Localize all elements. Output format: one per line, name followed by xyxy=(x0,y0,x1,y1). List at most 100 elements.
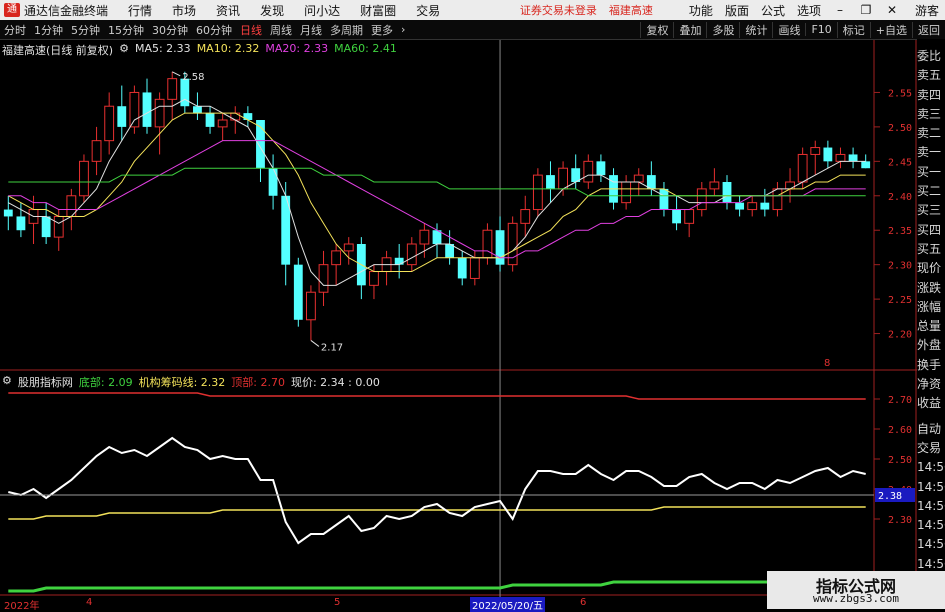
settings-icon[interactable]: ⚙ xyxy=(119,42,129,58)
tool-restore-rights[interactable]: 复权 xyxy=(640,21,673,38)
rp-label[interactable]: 卖三 xyxy=(917,105,945,124)
tool-draw-line[interactable]: 画线 xyxy=(772,21,805,38)
menu-wealth[interactable]: 财富圈 xyxy=(360,2,396,19)
candle-body xyxy=(848,154,858,162)
period-multi[interactable]: 多周期 xyxy=(330,22,363,38)
rp-label[interactable]: 换手 xyxy=(917,356,945,375)
candle-body xyxy=(79,160,89,197)
period-weekly[interactable]: 周线 xyxy=(270,22,292,38)
indicator-line xyxy=(8,392,866,400)
ma-line-ma60 xyxy=(8,167,866,197)
menu-discover[interactable]: 发现 xyxy=(260,2,284,19)
candle-body xyxy=(230,112,241,121)
close-icon[interactable]: ✕ xyxy=(885,3,899,17)
tool-mark[interactable]: 标记 xyxy=(836,21,870,38)
period-5min[interactable]: 5分钟 xyxy=(71,22,100,38)
period-30min[interactable]: 30分钟 xyxy=(152,22,188,38)
ind-y-tick-label: 2.70 xyxy=(888,395,912,406)
candle-body xyxy=(596,161,606,176)
y-tick-label: 2.20 xyxy=(888,330,912,341)
candle-body xyxy=(469,257,480,279)
candle-body xyxy=(760,202,770,210)
candle-body xyxy=(532,174,543,211)
y-tick-label: 2.25 xyxy=(888,295,912,306)
rp-label[interactable]: 委比 xyxy=(917,47,945,66)
user-label[interactable]: 游客 xyxy=(915,2,939,19)
quote-side-panel: 委比 卖五 卖四 卖三 卖二 卖一 买一 买二 买三 买四 买五 现价 涨跌 涨… xyxy=(917,39,945,609)
rp-label[interactable]: 交易 xyxy=(917,439,945,458)
rp-label[interactable]: 卖一 xyxy=(917,143,945,162)
tool-back[interactable]: 返回 xyxy=(912,21,945,38)
indicator-bottom-label: 底部: 2.09 xyxy=(78,376,133,389)
tool-statistics[interactable]: 统计 xyxy=(739,21,772,38)
y-tick-label: 2.35 xyxy=(888,226,912,237)
candle-body xyxy=(343,243,354,252)
ma10-label: MA10: 2.32 xyxy=(196,42,260,55)
rp-label[interactable]: 现价 xyxy=(917,259,945,278)
candle-body xyxy=(180,78,190,107)
settings-icon[interactable]: ⚙ xyxy=(2,374,12,390)
period-monthly[interactable]: 月线 xyxy=(300,22,322,38)
rp-label[interactable]: 买三 xyxy=(917,201,945,220)
candle-body xyxy=(520,209,531,224)
cursor-date-label: 2022/05/20/五 xyxy=(470,597,546,612)
candle-body xyxy=(772,188,783,211)
candle-body xyxy=(268,168,278,196)
menu-market[interactable]: 行情 xyxy=(128,2,152,19)
menu-ask[interactable]: 问小达 xyxy=(304,2,340,19)
rp-label[interactable]: 涨幅 xyxy=(917,298,945,317)
rp-label[interactable]: 卖五 xyxy=(917,66,945,85)
tool-multi-stock[interactable]: 多股 xyxy=(706,21,739,38)
restore-icon[interactable]: ❐ xyxy=(859,3,873,17)
candle-body xyxy=(394,257,404,265)
period-toolbar: 分时 1分钟 5分钟 15分钟 30分钟 60分钟 日线 周线 月线 多周期 更… xyxy=(0,20,945,40)
menu-news[interactable]: 资讯 xyxy=(216,2,240,19)
rp-label[interactable]: 总量 xyxy=(917,317,945,336)
rp-label[interactable]: 买四 xyxy=(917,221,945,240)
rp-label[interactable]: 外盘 xyxy=(917,336,945,355)
period-intraday[interactable]: 分时 xyxy=(4,22,26,38)
chevron-right-icon[interactable]: › xyxy=(401,23,405,36)
period-15min[interactable]: 15分钟 xyxy=(108,22,144,38)
high-marker-line xyxy=(171,71,181,77)
rp-label[interactable]: 买二 xyxy=(917,182,945,201)
period-1min[interactable]: 1分钟 xyxy=(34,22,63,38)
indicator-title[interactable]: 股朋指标网 xyxy=(18,374,73,390)
candle-body xyxy=(445,244,455,258)
rp-time: 14:56 xyxy=(917,479,945,494)
menu-exchange[interactable]: 市场 xyxy=(172,2,196,19)
tool-f10[interactable]: F10 xyxy=(805,23,836,36)
login-warning[interactable]: 证券交易未登录 xyxy=(520,2,597,18)
y-tick-label: 2.50 xyxy=(888,123,912,134)
minimize-icon[interactable]: – xyxy=(833,3,847,17)
watermark-url: www.zbgs3.com xyxy=(812,592,900,605)
period-more[interactable]: 更多 xyxy=(371,22,393,38)
candle-body xyxy=(41,216,51,238)
rp-label[interactable]: 自动 xyxy=(917,420,945,439)
menu-function[interactable]: 功能 xyxy=(689,2,713,19)
rp-label[interactable]: 净资 xyxy=(917,375,945,394)
candle-body xyxy=(633,174,644,183)
menu-options[interactable]: 选项 xyxy=(797,2,821,19)
period-daily[interactable]: 日线 xyxy=(240,22,262,38)
rp-label[interactable]: 买一 xyxy=(917,163,945,182)
menu-layout[interactable]: 版面 xyxy=(725,2,749,19)
menu-formula[interactable]: 公式 xyxy=(761,2,785,19)
ma-line-ma5 xyxy=(8,98,866,286)
rp-label[interactable]: 买五 xyxy=(917,240,945,259)
rp-label[interactable]: 卖二 xyxy=(917,124,945,143)
candle-body xyxy=(507,222,518,266)
rp-time: 14:56 xyxy=(917,460,945,475)
kline-chart[interactable]: 2.20 2.25 2.30 2.35 2.40 2.45 2.50 2.55 2.30 2.40… xyxy=(0,0,945,609)
tool-add-watchlist[interactable]: +自选 xyxy=(869,21,912,38)
chart-title[interactable]: 福建高速(日线 前复权) xyxy=(2,42,113,58)
tool-overlay[interactable]: 叠加 xyxy=(673,21,706,38)
rp-label[interactable]: 卖四 xyxy=(917,86,945,105)
rp-label[interactable]: 涨跌 xyxy=(917,279,945,298)
rp-label[interactable]: 收益 xyxy=(917,394,945,413)
period-60min[interactable]: 60分钟 xyxy=(196,22,232,38)
menu-trade[interactable]: 交易 xyxy=(416,2,440,19)
app-logo-icon: 通 xyxy=(4,3,20,17)
candle-body xyxy=(406,243,417,266)
candle-body xyxy=(66,195,77,217)
